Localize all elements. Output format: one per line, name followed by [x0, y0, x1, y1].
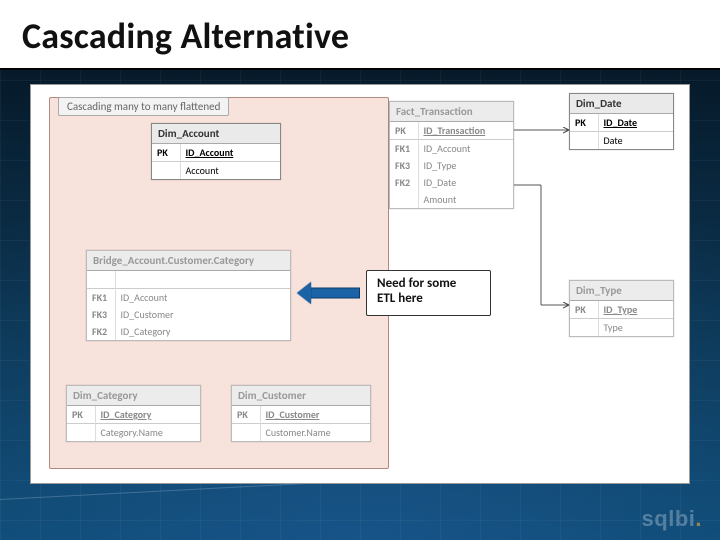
slide-title: Cascading Alternative	[22, 14, 698, 58]
col-name: ID_Customer	[260, 406, 370, 424]
col-name: ID_Transaction	[418, 122, 513, 140]
entity-title: Dim_Date	[570, 94, 673, 114]
col-name	[115, 271, 290, 289]
col-name: ID_Account	[115, 289, 290, 307]
key-indicator: PK	[570, 114, 598, 132]
col-name: ID_Account	[180, 144, 280, 162]
arrow-icon	[310, 287, 360, 298]
entity-dim-type: Dim_Type PKID_Type Type	[569, 280, 674, 337]
key-indicator	[390, 191, 418, 208]
key-indicator: PK	[570, 301, 598, 319]
entity-title: Bridge_Account.Customer.Category	[87, 251, 290, 271]
col-name: ID_Date	[598, 114, 673, 132]
key-indicator	[87, 271, 115, 289]
key-indicator: FK3	[87, 306, 115, 323]
logo-text: sqlbi	[642, 506, 696, 531]
col-name: Date	[598, 132, 673, 150]
entity-bridge: Bridge_Account.Customer.Category FK1ID_A…	[86, 250, 291, 341]
key-indicator: FK1	[87, 289, 115, 307]
key-indicator	[570, 319, 598, 337]
key-indicator: PK	[152, 144, 180, 162]
key-indicator	[152, 162, 180, 180]
col-name: ID_Account	[418, 140, 513, 158]
col-name: ID_Date	[418, 174, 513, 191]
key-indicator: PK	[67, 406, 95, 424]
col-name: ID_Type	[598, 301, 673, 319]
key-indicator: PK	[390, 122, 418, 140]
entity-title: Dim_Account	[152, 124, 280, 144]
title-bar: Cascading Alternative	[0, 0, 720, 70]
col-name: ID_Type	[418, 157, 513, 174]
entity-dim-date: Dim_Date PKID_Date Date	[569, 93, 674, 150]
key-indicator: FK2	[87, 323, 115, 340]
entity-title: Dim_Type	[570, 281, 673, 301]
entity-dim-account: Dim_Account PKID_Account Account	[151, 123, 281, 180]
entity-title: Dim_Category	[67, 386, 200, 406]
col-name: Customer.Name	[260, 424, 370, 442]
group-label: Cascading many to many flattened	[58, 97, 229, 116]
entity-dim-category: Dim_Category PKID_Category Category.Name	[66, 385, 201, 442]
col-name: ID_Category	[95, 406, 200, 424]
entity-title: Fact_Transaction	[390, 102, 513, 122]
logo-sqlbi: sqlbi.	[642, 506, 702, 532]
key-indicator: FK3	[390, 157, 418, 174]
col-name: ID_Customer	[115, 306, 290, 323]
diagram-canvas: Cascading many to many flattened Dim_Acc…	[30, 84, 690, 484]
key-indicator	[67, 424, 95, 442]
key-indicator: PK	[232, 406, 260, 424]
callout-line2: ETL here	[377, 291, 423, 306]
entity-dim-customer: Dim_Customer PKID_Customer Customer.Name	[231, 385, 371, 442]
logo-dot-icon: .	[695, 506, 702, 531]
entity-title: Dim_Customer	[232, 386, 370, 406]
arrow-head-icon	[297, 282, 311, 304]
entity-fact-transaction: Fact_Transaction PKID_Transaction FK1ID_…	[389, 101, 514, 209]
col-name: Type	[598, 319, 673, 337]
callout-line1: Need for some	[377, 276, 456, 291]
key-indicator: FK1	[390, 140, 418, 158]
col-name: Category.Name	[95, 424, 200, 442]
key-indicator	[570, 132, 598, 150]
col-name: ID_Category	[115, 323, 290, 340]
slide-background: Cascading Alternative Ca	[0, 0, 720, 540]
callout-etl: Need for some ETL here	[366, 270, 491, 316]
key-indicator	[232, 424, 260, 442]
col-name: Amount	[418, 191, 513, 208]
col-name: Account	[180, 162, 280, 180]
key-indicator: FK2	[390, 174, 418, 191]
